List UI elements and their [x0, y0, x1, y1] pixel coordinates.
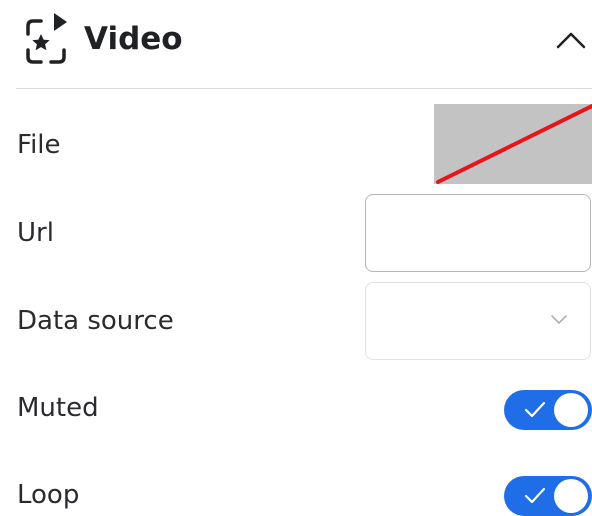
- loop-label: Loop: [17, 480, 80, 510]
- chevron-down-icon: [551, 315, 567, 324]
- empty-file-placeholder-icon: [436, 104, 592, 184]
- video-effects-icon: [14, 12, 74, 68]
- panel-header[interactable]: Video: [0, 0, 592, 88]
- checkmark-icon: [524, 401, 546, 418]
- toggle-knob: [554, 479, 588, 513]
- muted-toggle[interactable]: [504, 390, 592, 430]
- chevron-up-icon: [556, 32, 586, 49]
- header-divider: [16, 88, 592, 89]
- checkmark-icon: [524, 487, 546, 504]
- toggle-knob: [554, 393, 588, 427]
- panel-title: Video: [84, 21, 183, 57]
- file-picker[interactable]: [434, 104, 592, 184]
- collapse-button[interactable]: [551, 20, 591, 60]
- muted-label: Muted: [17, 393, 99, 423]
- data-source-label: Data source: [17, 306, 174, 336]
- data-source-select[interactable]: [365, 282, 591, 360]
- loop-toggle[interactable]: [504, 476, 592, 516]
- file-label: File: [17, 130, 61, 160]
- url-input[interactable]: [365, 194, 591, 272]
- url-label: Url: [17, 218, 54, 248]
- video-properties-panel: Video File Url Data source Muted Loop: [0, 0, 592, 516]
